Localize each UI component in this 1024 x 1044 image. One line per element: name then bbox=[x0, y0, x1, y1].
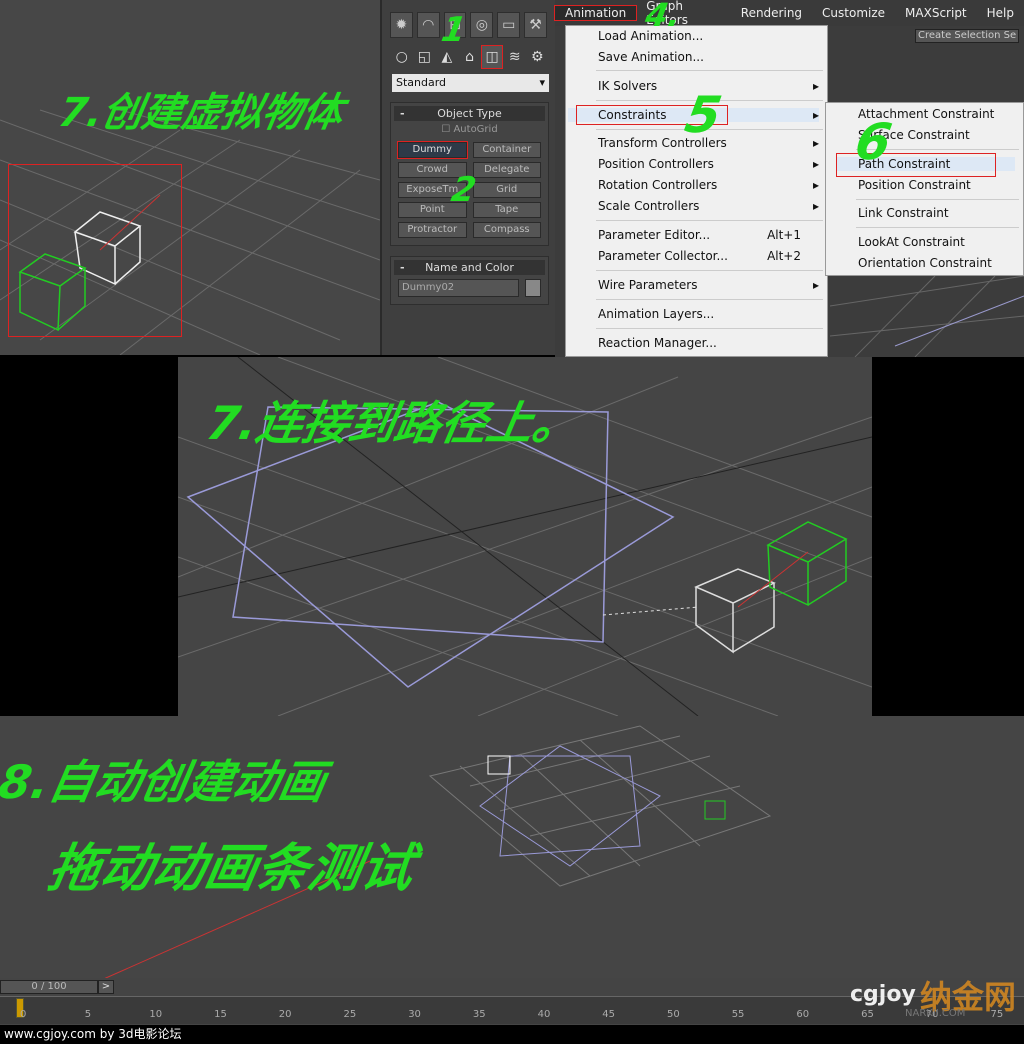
create-tab-icon[interactable]: ✹ bbox=[390, 12, 413, 38]
timeline-tick-label: 45 bbox=[602, 1009, 616, 1020]
timeline-tick-label: 5 bbox=[84, 1009, 92, 1020]
time-slider[interactable]: 0 / 100 bbox=[0, 980, 98, 994]
shapes-icon[interactable]: ◱ bbox=[415, 46, 435, 68]
timeline-tick-label: 40 bbox=[537, 1009, 551, 1020]
annotation-step8a: 8.自动创建动画 bbox=[0, 755, 330, 809]
submenu-link-constraint[interactable]: Link Constraint bbox=[858, 206, 1015, 220]
watermark-url: NARKII.COM bbox=[905, 1008, 966, 1019]
container-button[interactable]: Container bbox=[472, 142, 541, 158]
timeline: 0 / 100 > 0 5 10 15 20 25 30 35 40 45 50 55 60 65 70 75… bbox=[0, 978, 1024, 1025]
timeline-tick-label: 55 bbox=[731, 1009, 745, 1020]
spacewarps-icon[interactable]: ≋ bbox=[505, 46, 525, 68]
menu-maxscript[interactable]: MAXScript bbox=[895, 6, 977, 20]
menu-item-scale-controllers[interactable]: Scale Controllers ▸ bbox=[598, 199, 819, 213]
annotation-step7b: 7.连接到路径上。 bbox=[202, 396, 584, 450]
submenu-lookat-constraint[interactable]: LookAt Constraint bbox=[858, 235, 1015, 249]
object-name-field[interactable]: Dummy02 bbox=[398, 279, 519, 297]
submenu-position-constraint[interactable]: Position Constraint bbox=[858, 178, 1015, 192]
display-tab-icon[interactable]: ▭ bbox=[497, 12, 521, 38]
menu-item-parameter-editor[interactable]: Parameter Editor... Alt+1 bbox=[598, 228, 819, 242]
timeline-tick-label: 60 bbox=[796, 1009, 810, 1020]
timeline-tick-label: 50 bbox=[667, 1009, 680, 1020]
menu-item-animation-layers[interactable]: Animation Layers... bbox=[598, 307, 819, 321]
dummy-button[interactable]: Dummy bbox=[397, 141, 468, 159]
timeline-tick-label: 35 bbox=[472, 1009, 486, 1020]
compass-button[interactable]: Compass bbox=[472, 222, 541, 238]
dummy-white bbox=[694, 568, 776, 654]
object-type-header[interactable]: - Object Type bbox=[394, 106, 545, 121]
menu-animation[interactable]: Animation bbox=[553, 5, 638, 21]
menu-item-rotation-controllers[interactable]: Rotation Controllers ▸ bbox=[598, 178, 819, 192]
viewport-bottom[interactable]: 8.自动创建动画 拖动动画条测试 bbox=[0, 716, 1024, 978]
color-swatch[interactable] bbox=[525, 279, 541, 297]
modify-tab-icon[interactable]: ◠ bbox=[416, 12, 440, 38]
delegate-button[interactable]: Delegate bbox=[472, 162, 541, 178]
name-color-header[interactable]: - Name and Color bbox=[394, 260, 545, 275]
viewport-top-left[interactable]: 7.创建虚拟物体 bbox=[0, 0, 380, 355]
timeline-tick-label: 30 bbox=[408, 1009, 421, 1020]
motion-tab-icon[interactable]: ◎ bbox=[470, 12, 494, 38]
annotation-step7a: 7.创建虚拟物体 bbox=[55, 90, 347, 136]
menu-rendering[interactable]: Rendering bbox=[731, 6, 812, 20]
next-frame-button[interactable]: > bbox=[98, 980, 114, 994]
menu-help[interactable]: Help bbox=[977, 6, 1024, 20]
footer-credit: www.cgjoy.com by 3d电影论坛 bbox=[0, 1025, 1024, 1044]
submenu-orientation-constraint[interactable]: Orientation Constraint bbox=[858, 256, 1015, 270]
menubar: Animation Graph Editors Rendering Custom… bbox=[553, 0, 1024, 27]
menu-customize[interactable]: Customize bbox=[812, 6, 895, 20]
helpers-icon[interactable]: ◫ bbox=[481, 45, 503, 69]
constraints-submenu: Attachment Constraint Surface Constraint… bbox=[825, 102, 1024, 276]
timeline-tick-label: 65 bbox=[861, 1009, 874, 1020]
annotation-4: 4. bbox=[642, 0, 684, 34]
tape-button[interactable]: Tape bbox=[472, 202, 541, 218]
animation-menu: Load Animation... Save Animation... IK S… bbox=[565, 0, 828, 357]
menu-item-load-animation[interactable]: Load Animation... bbox=[598, 29, 819, 43]
category-dropdown[interactable]: Standard bbox=[392, 74, 549, 92]
systems-icon[interactable]: ⚙ bbox=[527, 46, 547, 68]
timeline-tick-label: 20 bbox=[278, 1009, 292, 1020]
menu-item-position-controllers[interactable]: Position Controllers ▸ bbox=[598, 157, 819, 171]
utilities-tab-icon[interactable]: ⚒ bbox=[524, 12, 547, 38]
menu-item-parameter-collector[interactable]: Parameter Collector... Alt+2 bbox=[598, 249, 819, 263]
name-color-rollout: - Name and Color Dummy02 bbox=[390, 256, 549, 305]
geometry-icon[interactable]: ○ bbox=[392, 46, 412, 68]
menu-item-wire-parameters[interactable]: Wire Parameters ▸ bbox=[598, 278, 819, 292]
annotation-step8b: 拖动动画条测试 bbox=[43, 839, 419, 899]
timeline-tick-label: 25 bbox=[343, 1009, 357, 1020]
viewport-middle[interactable]: 7.连接到路径上。 bbox=[178, 357, 872, 716]
grid-button[interactable]: Grid bbox=[472, 182, 541, 198]
timeline-tick-label: 15 bbox=[214, 1009, 227, 1020]
cameras-icon[interactable]: ⌂ bbox=[460, 46, 480, 68]
timeline-tick-label: 0 bbox=[20, 1009, 27, 1020]
autogrid-checkbox[interactable]: ☐ AutoGrid bbox=[394, 121, 545, 138]
command-panel: ✹ ◠ ⊞ ◎ ▭ ⚒ ○ ◱ ◭ ⌂ ◫ ≋ ⚙ Standard -Obje… bbox=[380, 0, 555, 355]
menu-item-reaction-manager[interactable]: Reaction Manager... bbox=[598, 336, 819, 350]
watermark-logo: cgjoy bbox=[850, 982, 916, 1007]
protractor-button[interactable]: Protractor bbox=[398, 222, 467, 238]
menu-item-save-animation[interactable]: Save Animation... bbox=[598, 50, 819, 64]
timeline-tick-label: 10 bbox=[149, 1009, 163, 1020]
selection-highlight bbox=[8, 164, 182, 337]
